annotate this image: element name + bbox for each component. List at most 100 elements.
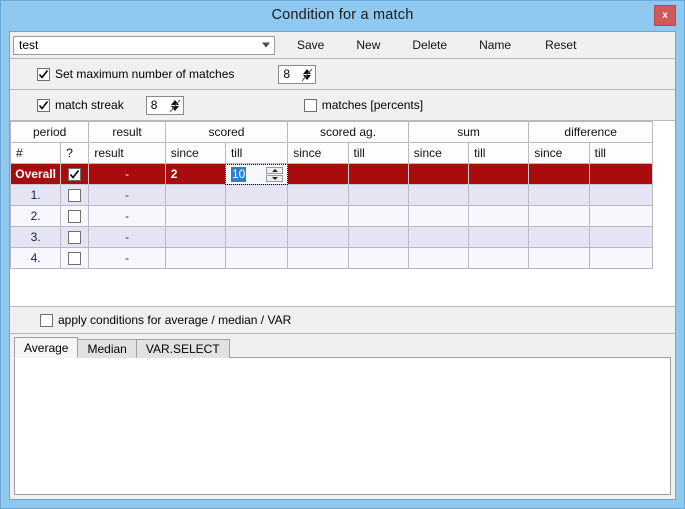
reset-button[interactable]: Reset <box>539 36 582 54</box>
row-scored-till-cell[interactable] <box>225 248 287 269</box>
row-enabled-cell[interactable] <box>61 227 89 248</box>
col-header-difference-till: till <box>589 143 652 164</box>
profile-select[interactable]: test <box>13 36 275 55</box>
matches-percents-label: matches [percents] <box>322 98 423 112</box>
row-difference-till-cell[interactable] <box>589 248 652 269</box>
row-sum-till-cell[interactable] <box>469 185 529 206</box>
overall-scored-since-cell[interactable]: 2 <box>165 164 225 185</box>
row-enabled-checkbox[interactable] <box>68 252 81 265</box>
row-difference-since-cell[interactable] <box>529 206 589 227</box>
delete-button[interactable]: Delete <box>406 36 453 54</box>
table-row: 1. - <box>11 185 653 206</box>
match-streak-stepper[interactable]: 8 <box>146 96 184 115</box>
overall-scored-till-cell[interactable]: 10 <box>225 164 287 185</box>
overall-enabled-cell[interactable] <box>61 164 89 185</box>
name-button[interactable]: Name <box>473 36 517 54</box>
overall-scored-ag-since-cell[interactable] <box>288 164 348 185</box>
row-enabled-checkbox[interactable] <box>68 189 81 202</box>
row-scored-since-cell[interactable] <box>165 227 225 248</box>
overall-sum-till-cell[interactable] <box>469 164 529 185</box>
row-result-cell[interactable]: - <box>89 206 165 227</box>
match-streak-stepper-arrows[interactable] <box>168 97 182 114</box>
stepper-down-button[interactable] <box>266 175 283 182</box>
row-enabled-checkbox[interactable] <box>68 210 81 223</box>
max-matches-stepper[interactable]: 8 <box>278 65 316 84</box>
tab-median[interactable]: Median <box>77 339 136 358</box>
table-column-header-row: # ? result since till since till since t… <box>11 143 653 164</box>
arrow-down-icon <box>171 106 179 111</box>
title-bar: Condition for a match x <box>1 1 684 29</box>
row-difference-since-cell[interactable] <box>529 248 589 269</box>
overall-scored-till-stepper[interactable] <box>266 166 283 182</box>
row-scored-till-cell[interactable] <box>225 227 287 248</box>
close-icon[interactable]: x <box>654 5 676 26</box>
row-result-cell[interactable]: - <box>89 248 165 269</box>
row-scored-ag-since-cell[interactable] <box>288 206 348 227</box>
overall-result-cell[interactable]: - <box>89 164 165 185</box>
col-header-result: result <box>89 143 165 164</box>
conditions-table: period result scored scored ag. sum diff… <box>10 121 675 307</box>
row-enabled-cell[interactable] <box>61 185 89 206</box>
row-enabled-cell[interactable] <box>61 248 89 269</box>
group-header-result: result <box>89 122 165 143</box>
table-row-overall: Overall - 2 10 <box>11 164 653 185</box>
new-button[interactable]: New <box>350 36 386 54</box>
overall-difference-till-cell[interactable] <box>589 164 652 185</box>
stepper-up-button[interactable] <box>266 167 283 174</box>
row-scored-till-cell[interactable] <box>225 206 287 227</box>
col-header-sum-till: till <box>469 143 529 164</box>
row-scored-since-cell[interactable] <box>165 185 225 206</box>
row-scored-ag-till-cell[interactable] <box>348 206 408 227</box>
group-header-scored: scored <box>165 122 288 143</box>
col-header-scored-ag-till: till <box>348 143 408 164</box>
match-streak-checkbox[interactable] <box>37 99 50 112</box>
apply-conditions-checkbox[interactable] <box>40 314 53 327</box>
save-button[interactable]: Save <box>291 36 330 54</box>
max-matches-checkbox[interactable] <box>37 68 50 81</box>
col-header-difference-since: since <box>529 143 589 164</box>
row-sum-since-cell[interactable] <box>408 248 468 269</box>
row-scored-ag-since-cell[interactable] <box>288 227 348 248</box>
row-result-cell[interactable]: - <box>89 185 165 206</box>
row-difference-since-cell[interactable] <box>529 227 589 248</box>
match-streak-row: match streak 8 matches [percents] <box>10 90 675 121</box>
overall-label: Overall <box>11 164 61 185</box>
arrow-up-icon <box>171 100 179 105</box>
row-scored-since-cell[interactable] <box>165 206 225 227</box>
arrow-down-icon <box>303 75 311 80</box>
row-difference-till-cell[interactable] <box>589 206 652 227</box>
row-scored-since-cell[interactable] <box>165 248 225 269</box>
row-enabled-checkbox[interactable] <box>68 231 81 244</box>
row-sum-till-cell[interactable] <box>469 206 529 227</box>
row-sum-since-cell[interactable] <box>408 206 468 227</box>
row-scored-ag-till-cell[interactable] <box>348 227 408 248</box>
group-header-scored-ag: scored ag. <box>288 122 409 143</box>
row-difference-since-cell[interactable] <box>529 185 589 206</box>
check-icon <box>69 169 80 180</box>
tab-var-select[interactable]: VAR.SELECT <box>136 339 230 358</box>
row-enabled-cell[interactable] <box>61 206 89 227</box>
row-difference-till-cell[interactable] <box>589 227 652 248</box>
row-sum-till-cell[interactable] <box>469 227 529 248</box>
row-scored-till-cell[interactable] <box>225 185 287 206</box>
overall-scored-ag-till-cell[interactable] <box>348 164 408 185</box>
overall-sum-since-cell[interactable] <box>408 164 468 185</box>
overall-enabled-checkbox[interactable] <box>68 168 81 181</box>
apply-conditions-label: apply conditions for average / median / … <box>58 313 291 327</box>
tab-average[interactable]: Average <box>14 337 78 358</box>
row-scored-ag-since-cell[interactable] <box>288 185 348 206</box>
row-difference-till-cell[interactable] <box>589 185 652 206</box>
row-scored-ag-till-cell[interactable] <box>348 248 408 269</box>
col-header-scored-ag-since: since <box>288 143 348 164</box>
max-matches-stepper-arrows[interactable] <box>300 66 314 83</box>
row-sum-since-cell[interactable] <box>408 227 468 248</box>
row-scored-ag-since-cell[interactable] <box>288 248 348 269</box>
arrow-up-icon <box>303 69 311 74</box>
row-result-cell[interactable]: - <box>89 227 165 248</box>
row-sum-till-cell[interactable] <box>469 248 529 269</box>
row-sum-since-cell[interactable] <box>408 185 468 206</box>
chevron-down-icon <box>262 43 270 48</box>
row-scored-ag-till-cell[interactable] <box>348 185 408 206</box>
overall-difference-since-cell[interactable] <box>529 164 589 185</box>
matches-percents-checkbox[interactable] <box>304 99 317 112</box>
